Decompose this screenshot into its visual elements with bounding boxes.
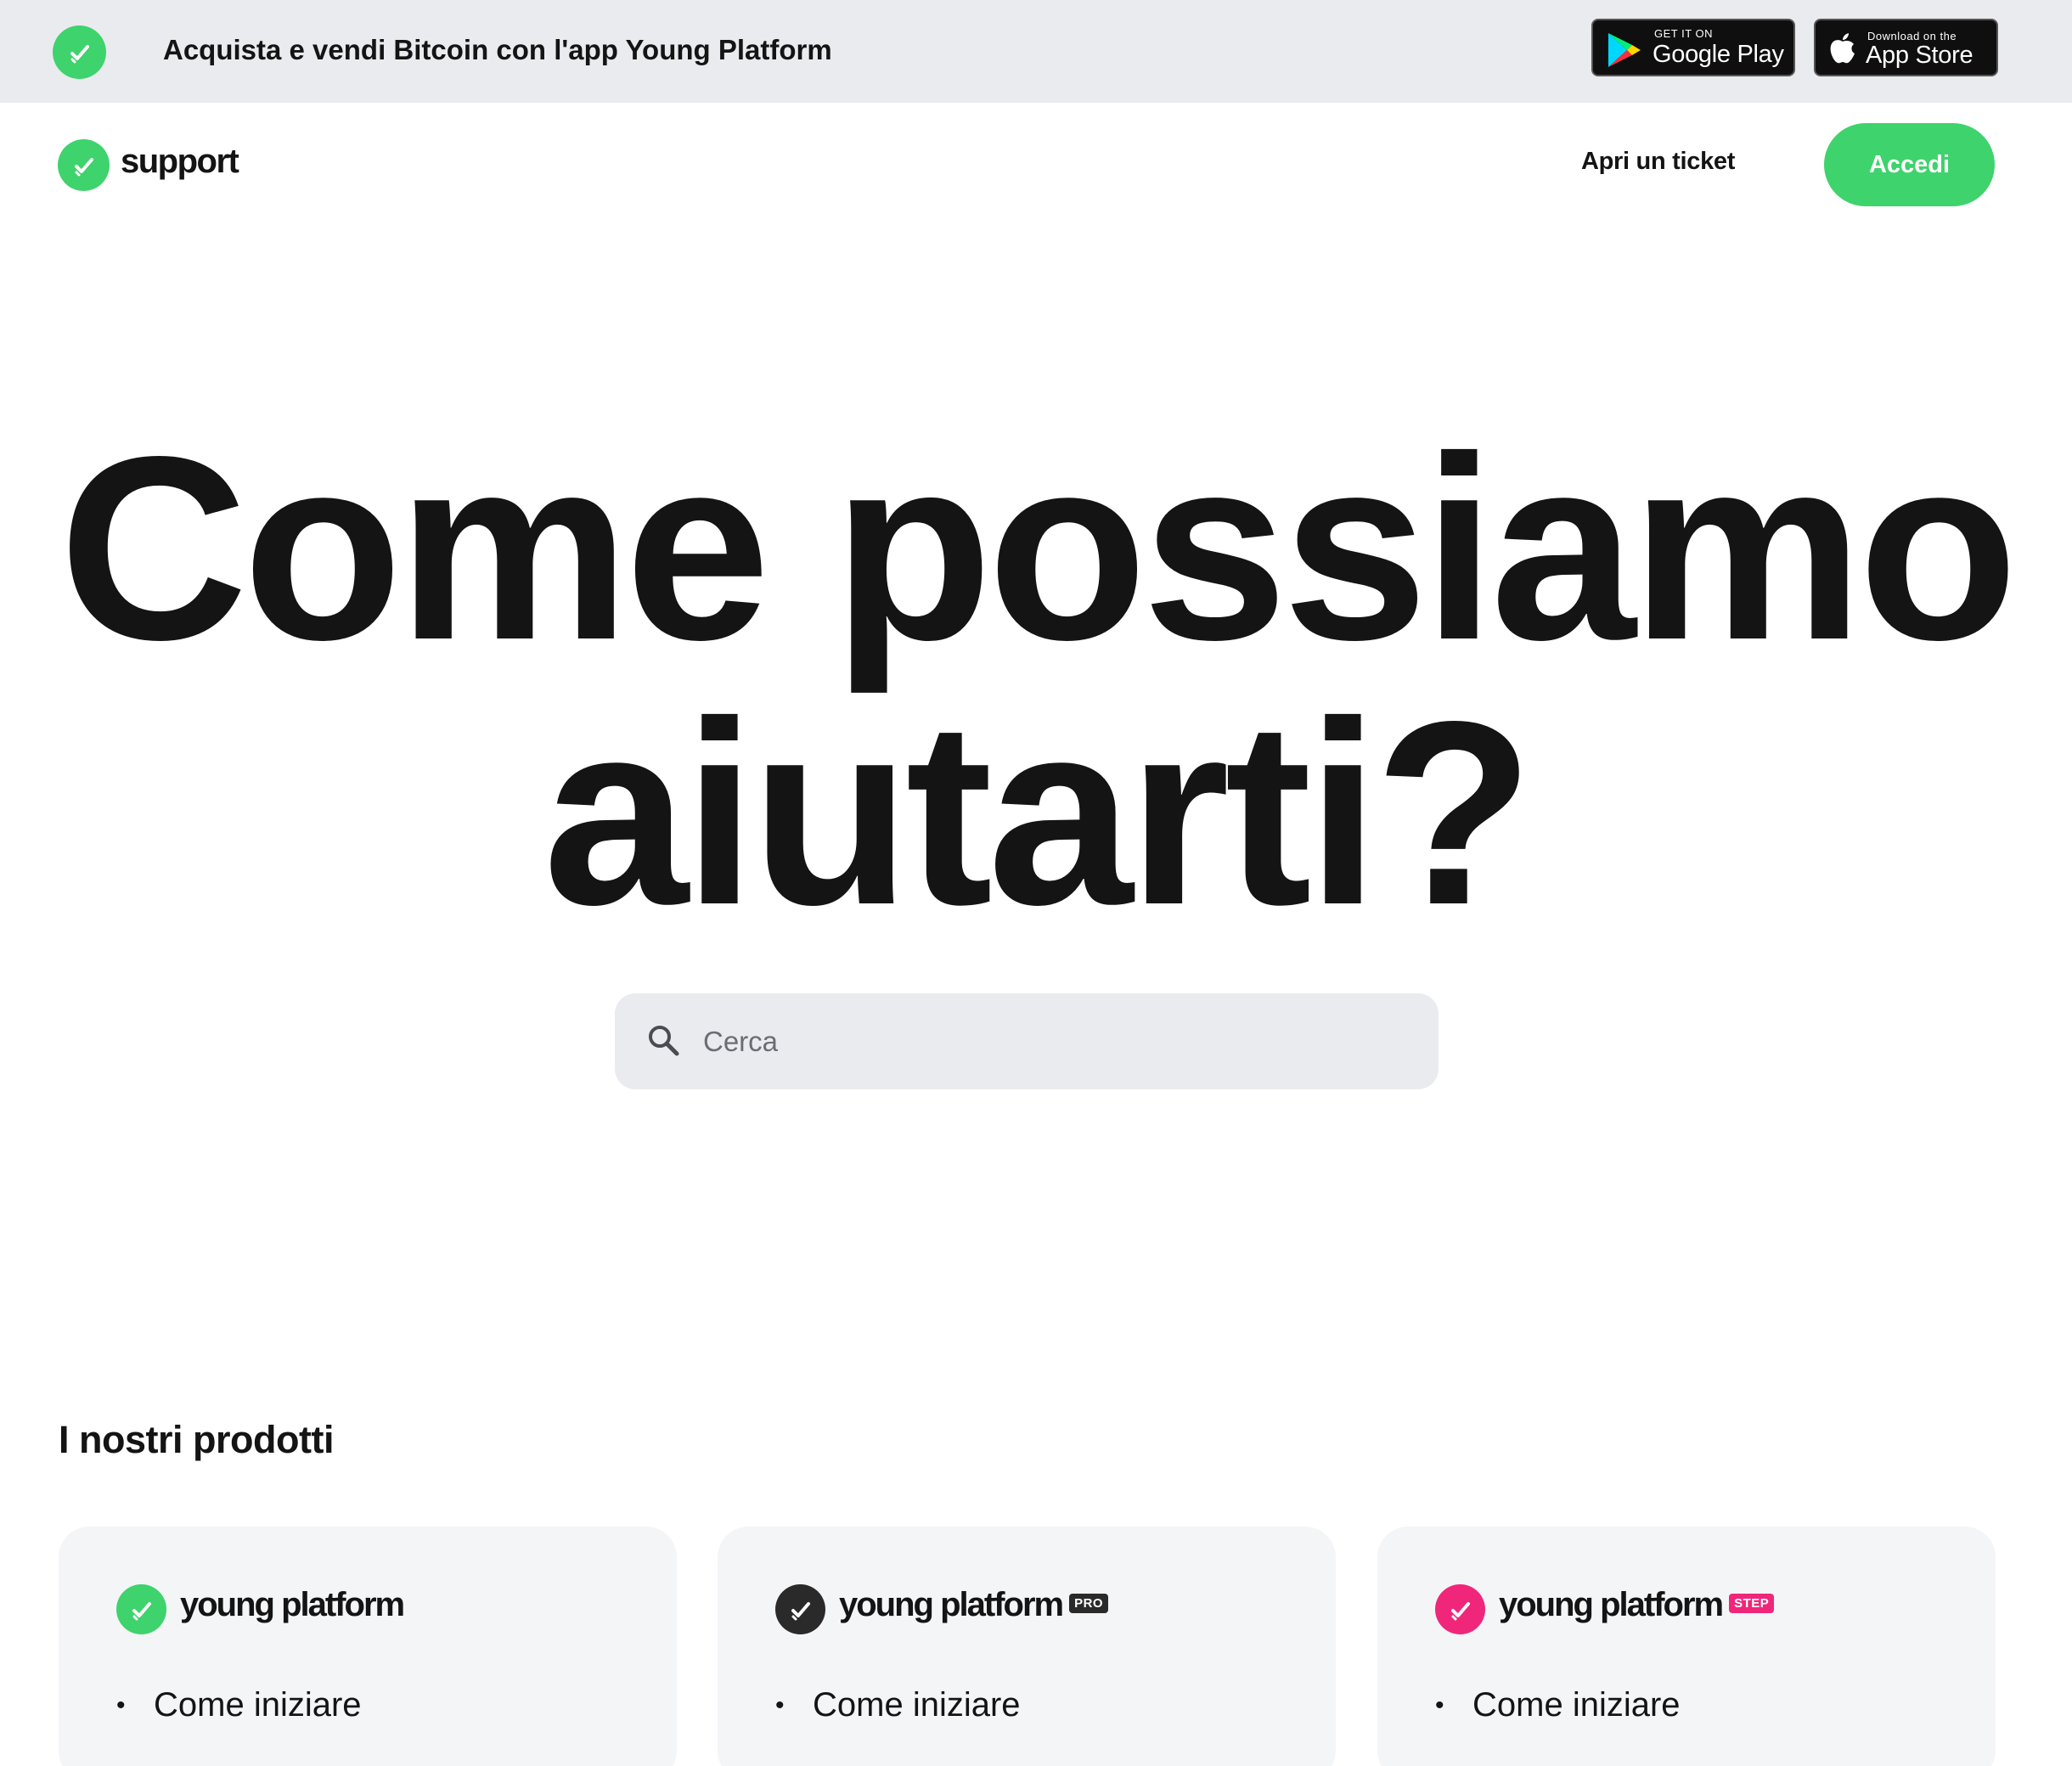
hero-title: Come possiamo aiutarti? bbox=[59, 402, 2018, 959]
app-store-button[interactable]: Download on the App Store bbox=[1814, 19, 1998, 76]
product-card-young-platform[interactable]: young platform Come iniziare bbox=[59, 1527, 677, 1766]
topic-link[interactable]: Come iniziare bbox=[116, 1686, 362, 1725]
product-topic-list: Come iniziare bbox=[116, 1686, 362, 1725]
step-badge: STEP bbox=[1729, 1593, 1775, 1613]
young-platform-step-logo-icon bbox=[1435, 1584, 1485, 1634]
support-brand[interactable]: support bbox=[121, 143, 239, 181]
product-topic-list: Come iniziare bbox=[1435, 1686, 1681, 1725]
young-platform-logo-icon bbox=[53, 25, 106, 79]
search-icon bbox=[647, 1024, 681, 1062]
search-bar[interactable] bbox=[615, 993, 1439, 1089]
login-button[interactable]: Accedi bbox=[1824, 123, 1995, 206]
pro-badge: PRO bbox=[1069, 1593, 1109, 1613]
apple-icon bbox=[1827, 31, 1858, 70]
open-ticket-link[interactable]: Apri un ticket bbox=[1581, 148, 1735, 176]
product-name: young platform STEP bbox=[1499, 1586, 1775, 1624]
topic-link[interactable]: Come iniziare bbox=[1435, 1686, 1681, 1725]
young-platform-pro-logo-icon bbox=[775, 1584, 825, 1634]
search-input[interactable] bbox=[703, 993, 1416, 1089]
support-logo-icon[interactable] bbox=[58, 139, 110, 191]
topic-link[interactable]: Come iniziare bbox=[775, 1686, 1021, 1725]
young-platform-logo-icon bbox=[116, 1584, 166, 1634]
product-topic-list: Come iniziare bbox=[775, 1686, 1021, 1725]
google-play-icon bbox=[1605, 31, 1642, 73]
app-promo-banner: Acquista e vendi Bitcoin con l'app Young… bbox=[0, 0, 2072, 103]
product-card-young-platform-pro[interactable]: young platformPRO Come iniziare bbox=[718, 1527, 1336, 1766]
promo-text: Acquista e vendi Bitcoin con l'app Young… bbox=[163, 34, 832, 65]
google-play-button[interactable]: GET IT ON Google Play bbox=[1591, 19, 1795, 76]
product-name: young platform bbox=[180, 1586, 405, 1623]
products-section-title: I nostri prodotti bbox=[59, 1418, 334, 1461]
product-card-young-platform-step[interactable]: young platformSTEP Come iniziare bbox=[1377, 1527, 1996, 1766]
product-name: young platform PRO bbox=[839, 1586, 1109, 1624]
